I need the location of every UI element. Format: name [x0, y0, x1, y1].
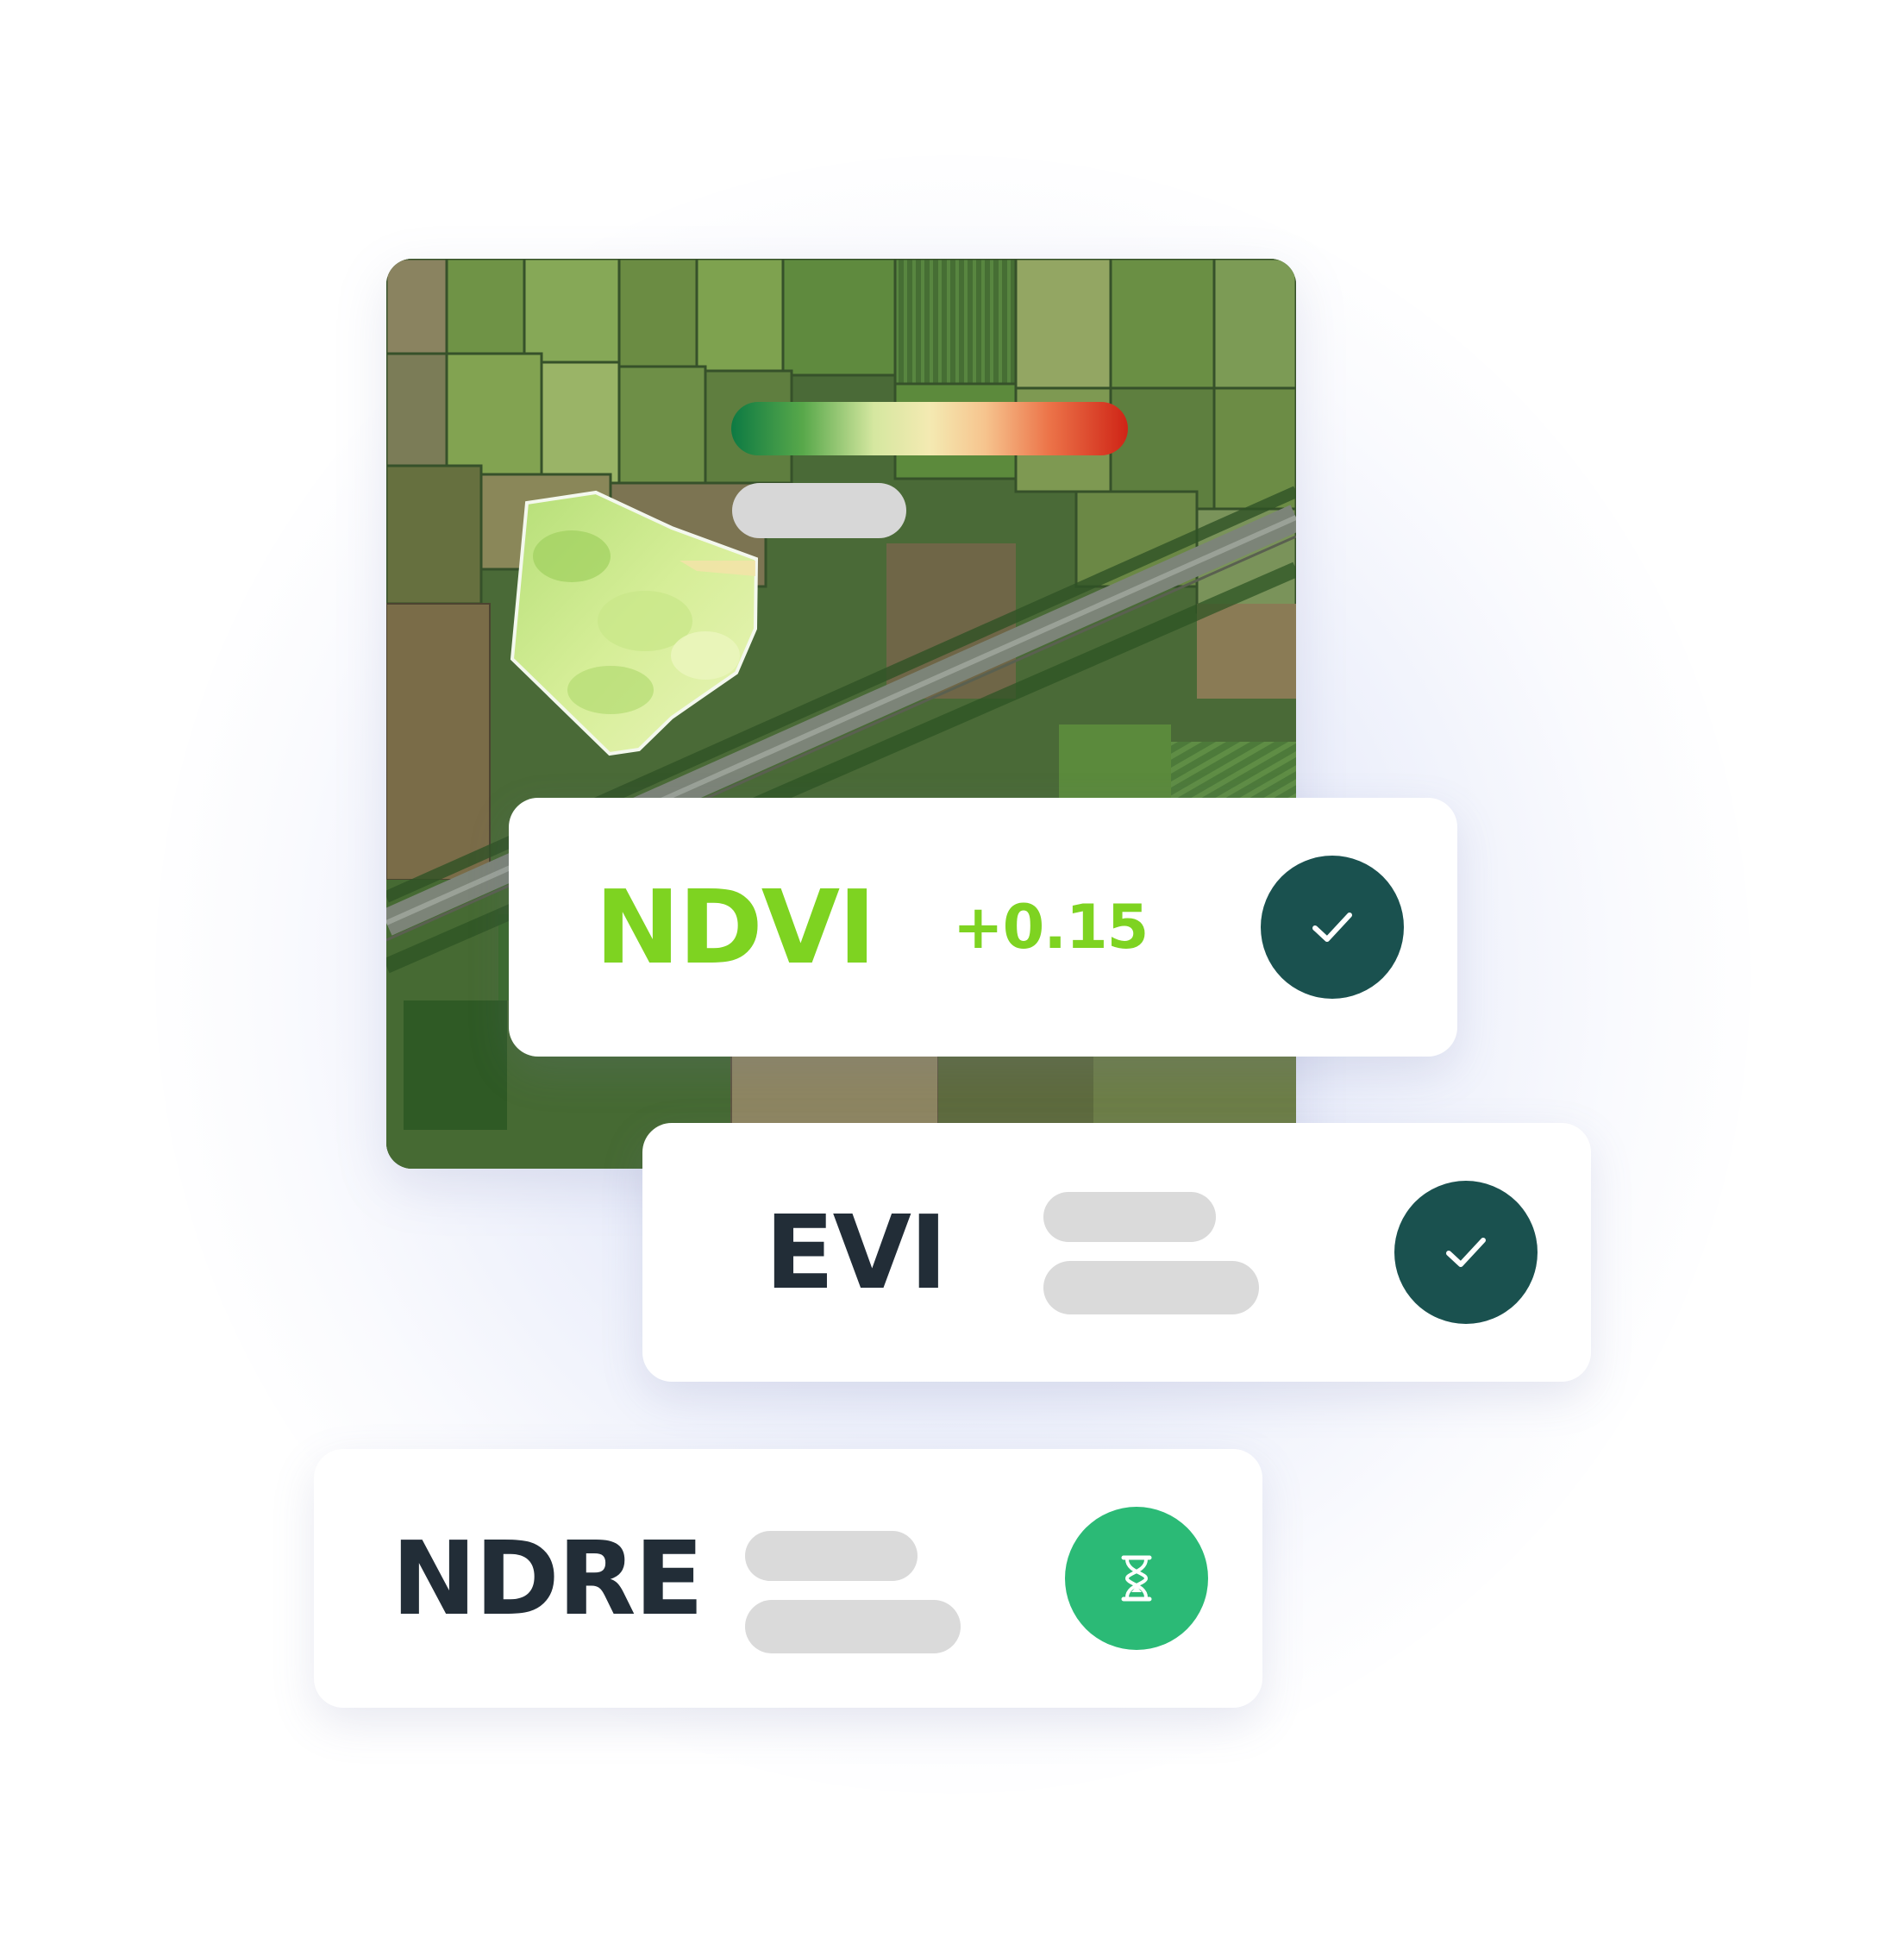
- index-card-ndre[interactable]: NDRE: [314, 1449, 1262, 1708]
- index-name: NDVI: [595, 868, 876, 987]
- status-completed-button[interactable]: [1261, 856, 1404, 999]
- ndvi-color-scale-legend: [731, 402, 1128, 455]
- index-name: NDRE: [391, 1519, 704, 1638]
- legend-label-placeholder: [732, 483, 906, 538]
- value-placeholder-line: [1043, 1192, 1216, 1242]
- status-completed-button[interactable]: [1394, 1181, 1538, 1324]
- index-name: EVI: [765, 1193, 948, 1312]
- hourglass-icon: [1121, 1555, 1152, 1602]
- checkmark-icon: [1446, 1238, 1486, 1267]
- checkmark-icon: [1312, 913, 1352, 942]
- value-placeholder-line: [745, 1531, 918, 1581]
- index-card-ndvi[interactable]: NDVI +0.15: [509, 798, 1457, 1057]
- index-value: +0.15: [953, 892, 1149, 963]
- index-card-evi[interactable]: EVI: [642, 1123, 1591, 1382]
- status-pending-button[interactable]: [1065, 1507, 1208, 1650]
- value-placeholder-line: [745, 1600, 961, 1653]
- value-placeholder-line: [1043, 1261, 1259, 1314]
